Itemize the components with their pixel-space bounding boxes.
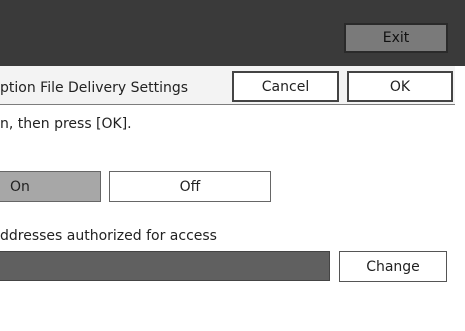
top-bar: Exit bbox=[0, 0, 465, 66]
ok-button[interactable]: OK bbox=[347, 71, 453, 102]
off-toggle-button[interactable]: Off bbox=[109, 171, 271, 202]
access-addresses-label: ddresses authorized for access bbox=[0, 228, 217, 244]
on-toggle-button[interactable]: On bbox=[0, 171, 101, 202]
exit-button[interactable]: Exit bbox=[344, 23, 448, 53]
cancel-button[interactable]: Cancel bbox=[232, 71, 339, 102]
instruction-text: n, then press [OK]. bbox=[0, 116, 132, 132]
change-button[interactable]: Change bbox=[339, 251, 447, 282]
access-addresses-field bbox=[0, 251, 330, 281]
dialog-title: ption File Delivery Settings bbox=[0, 80, 189, 96]
right-edge bbox=[455, 66, 465, 331]
